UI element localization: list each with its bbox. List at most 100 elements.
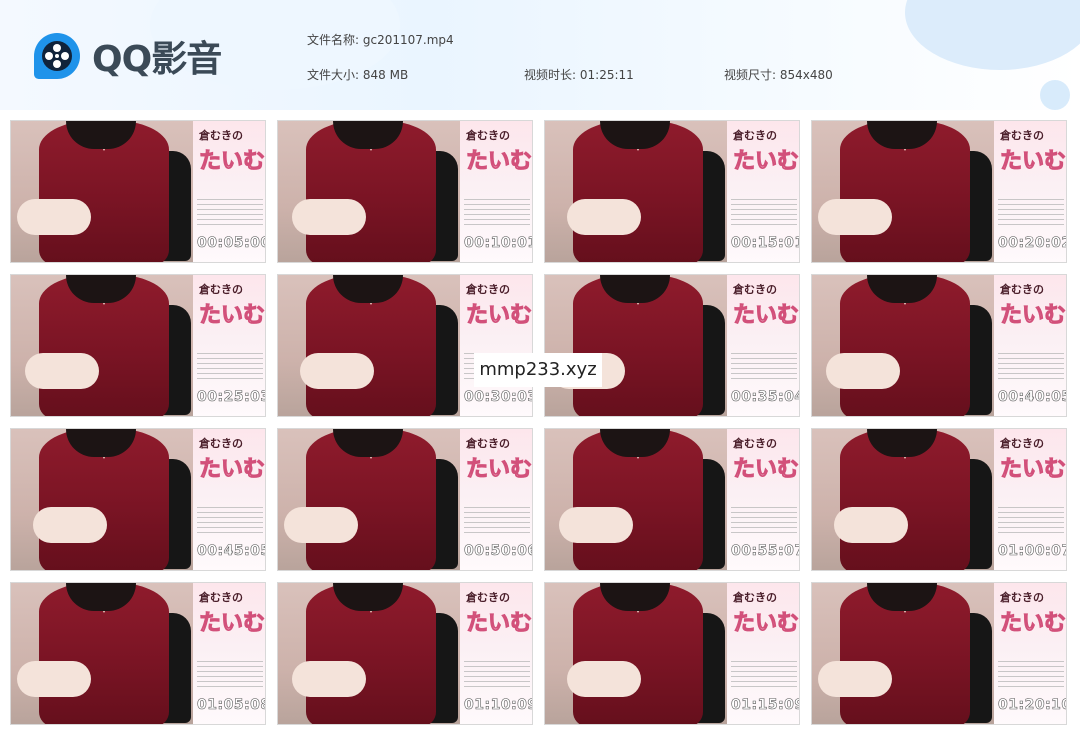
panel-text-lines	[197, 661, 263, 691]
panel-title: 倉むきの	[199, 437, 243, 450]
panel-big-text: たいむ	[999, 611, 1067, 637]
app-logo: QQ影音	[34, 32, 234, 80]
panel-title: 倉むきの	[733, 437, 777, 450]
thumbnail-timestamp: 00:55:07	[731, 543, 800, 560]
panel-title: 倉むきの	[1000, 283, 1044, 296]
hands-shape	[826, 353, 900, 389]
panel-text-lines	[464, 507, 530, 537]
video-thumbnail[interactable]: 倉むきの たいむ 00:10:01	[277, 120, 533, 263]
hands-shape	[17, 199, 91, 235]
video-thumbnail[interactable]: 倉むきの たいむ 01:10:09	[277, 582, 533, 725]
thumbnail-scene	[11, 275, 193, 416]
video-thumbnail[interactable]: 倉むきのたいむ 01:20:10	[811, 582, 1067, 725]
panel-title: 倉むきの	[733, 591, 777, 604]
video-thumbnail[interactable]: 倉むきのたいむ 00:05:00	[10, 120, 266, 263]
video-thumbnail[interactable]: 倉むきのたいむ 01:05:08	[10, 582, 266, 725]
panel-text-lines	[197, 507, 263, 537]
thumbnail-timestamp: 00:25:03	[197, 389, 266, 406]
video-thumbnail[interactable]: 倉むきのたいむ 01:15:09	[544, 582, 800, 725]
panel-big-text: たいむ	[198, 611, 266, 637]
hands-shape	[834, 507, 908, 543]
thumbnail-scene	[278, 275, 460, 416]
thumbnail-timestamp: 01:15:09	[731, 697, 800, 714]
panel-text-lines	[731, 353, 797, 383]
dimensions-info: 视频尺寸: 854x480	[724, 66, 833, 83]
thumbnail-scene	[812, 583, 994, 724]
panel-title: 倉むきの	[1000, 129, 1044, 142]
panel-title: 倉むきの	[199, 283, 243, 296]
hands-shape	[818, 199, 892, 235]
video-thumbnail[interactable]: 倉むきのたいむ 00:25:03	[10, 274, 266, 417]
thumbnail-grid: 倉むきの たいむ 00:05:00 倉むきの たいむ 00:10:01 倉むきの たいむ 00:…	[10, 120, 1067, 730]
panel-title: 倉むきの	[1000, 591, 1044, 604]
thumbnail-scene	[11, 121, 193, 262]
panel-text-lines	[731, 661, 797, 691]
panel-big-text: たいむ	[465, 611, 533, 637]
watermark-text: mmp233.xyz	[474, 353, 602, 387]
panel-big-text: たいむ	[999, 149, 1067, 175]
thumbnail-timestamp: 01:20:10	[998, 697, 1067, 714]
video-thumbnail[interactable]: 倉むきのたいむ 00:35:04	[544, 274, 800, 417]
thumbnail-scene	[278, 583, 460, 724]
panel-title: 倉むきの	[1000, 437, 1044, 450]
hands-shape	[25, 353, 99, 389]
hands-shape	[567, 199, 641, 235]
thumbnail-timestamp: 00:15:01	[731, 235, 800, 252]
panel-text-lines	[197, 199, 263, 229]
thumbnail-scene	[812, 121, 994, 262]
video-thumbnail[interactable]: 倉むきの たいむ 00:30:03	[277, 274, 533, 417]
panel-title: 倉むきの	[466, 129, 510, 142]
thumbnail-timestamp: 00:10:01	[464, 235, 533, 252]
thumbnail-timestamp: 01:00:07	[998, 543, 1067, 560]
video-thumbnail[interactable]: 倉むきのたいむ 01:00:07	[811, 428, 1067, 571]
panel-big-text: たいむ	[732, 611, 800, 637]
panel-big-text: たいむ	[732, 149, 800, 175]
panel-big-text: たいむ	[999, 457, 1067, 483]
hands-shape	[567, 661, 641, 697]
panel-title: 倉むきの	[199, 129, 243, 142]
panel-big-text: たいむ	[198, 149, 266, 175]
duration-info: 视频时长: 01:25:11	[524, 66, 634, 83]
thumbnail-scene	[11, 429, 193, 570]
panel-text-lines	[464, 661, 530, 691]
video-thumbnail[interactable]: 倉むきのたいむ 00:20:02	[811, 120, 1067, 263]
panel-title: 倉むきの	[733, 283, 777, 296]
video-thumbnail[interactable]: 倉むきの たいむ 00:15:01	[544, 120, 800, 263]
video-thumbnail[interactable]: 倉むきの たいむ 00:45:05	[10, 428, 266, 571]
video-thumbnail[interactable]: 倉むきの たいむ 00:55:07	[544, 428, 800, 571]
thumbnail-timestamp: 00:20:02	[998, 235, 1067, 252]
file-name-info: 文件名称: gc201107.mp4	[307, 31, 454, 48]
thumbnail-timestamp: 00:35:04	[731, 389, 800, 406]
panel-title: 倉むきの	[466, 283, 510, 296]
panel-text-lines	[998, 507, 1064, 537]
panel-title: 倉むきの	[466, 437, 510, 450]
video-thumbnail[interactable]: 倉むきの たいむ 00:40:05	[811, 274, 1067, 417]
hands-shape	[292, 199, 366, 235]
video-thumbnail[interactable]: 倉むきの たいむ 00:50:06	[277, 428, 533, 571]
hands-shape	[33, 507, 107, 543]
panel-big-text: たいむ	[999, 303, 1067, 329]
panel-text-lines	[998, 353, 1064, 383]
thumbnail-timestamp: 00:05:00	[197, 235, 266, 252]
film-reel-icon	[34, 33, 80, 79]
panel-big-text: たいむ	[465, 457, 533, 483]
panel-text-lines	[998, 199, 1064, 229]
hands-shape	[292, 661, 366, 697]
panel-big-text: たいむ	[732, 303, 800, 329]
thumbnail-scene	[812, 275, 994, 416]
thumbnail-timestamp: 00:30:03	[464, 389, 533, 406]
decorative-bubble	[905, 0, 1080, 70]
hands-shape	[284, 507, 358, 543]
file-size-label: 文件大小:	[307, 68, 360, 82]
thumbnail-scene	[812, 429, 994, 570]
dimensions-label: 视频尺寸:	[724, 68, 777, 82]
dimensions-value: 854x480	[779, 68, 833, 82]
thumbnail-scene	[545, 429, 727, 570]
thumbnail-timestamp: 01:05:08	[197, 697, 266, 714]
panel-big-text: たいむ	[198, 303, 266, 329]
decorative-bubble	[1040, 80, 1070, 110]
panel-text-lines	[998, 661, 1064, 691]
duration-value: 01:25:11	[579, 68, 634, 82]
page: QQ影音 文件名称: gc201107.mp4 文件大小: 848 MB 视频时…	[0, 0, 1080, 738]
panel-title: 倉むきの	[199, 591, 243, 604]
